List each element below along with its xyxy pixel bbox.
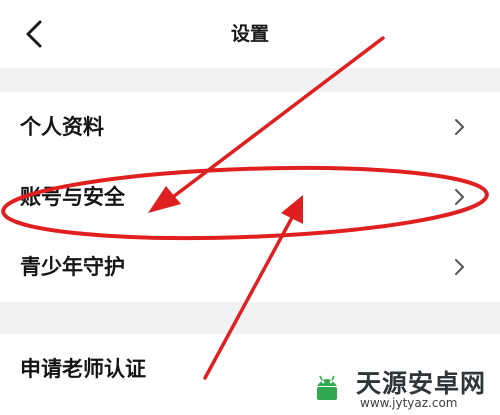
header-bar: 设置 — [0, 0, 500, 68]
page-title: 设置 — [230, 23, 269, 45]
chevron-right-icon — [455, 259, 464, 275]
settings-item-account-security[interactable]: 账号与安全 — [0, 162, 500, 232]
chevron-right-icon — [455, 189, 464, 205]
settings-group-account: 个人资料 账号与安全 青少年守护 — [0, 92, 500, 302]
chevron-right-icon — [455, 119, 464, 135]
settings-item-label: 申请老师认证 — [20, 357, 146, 381]
settings-item-label: 账号与安全 — [20, 185, 125, 209]
settings-item-teacher-certification[interactable]: 申请老师认证 — [0, 334, 500, 404]
settings-item-youth-protection[interactable]: 青少年守护 — [0, 232, 500, 302]
settings-group-teacher: 申请老师认证 — [0, 334, 500, 415]
settings-item-label: 青少年守护 — [20, 255, 125, 279]
settings-item-profile[interactable]: 个人资料 — [0, 92, 500, 162]
settings-item-label: 个人资料 — [20, 115, 104, 139]
